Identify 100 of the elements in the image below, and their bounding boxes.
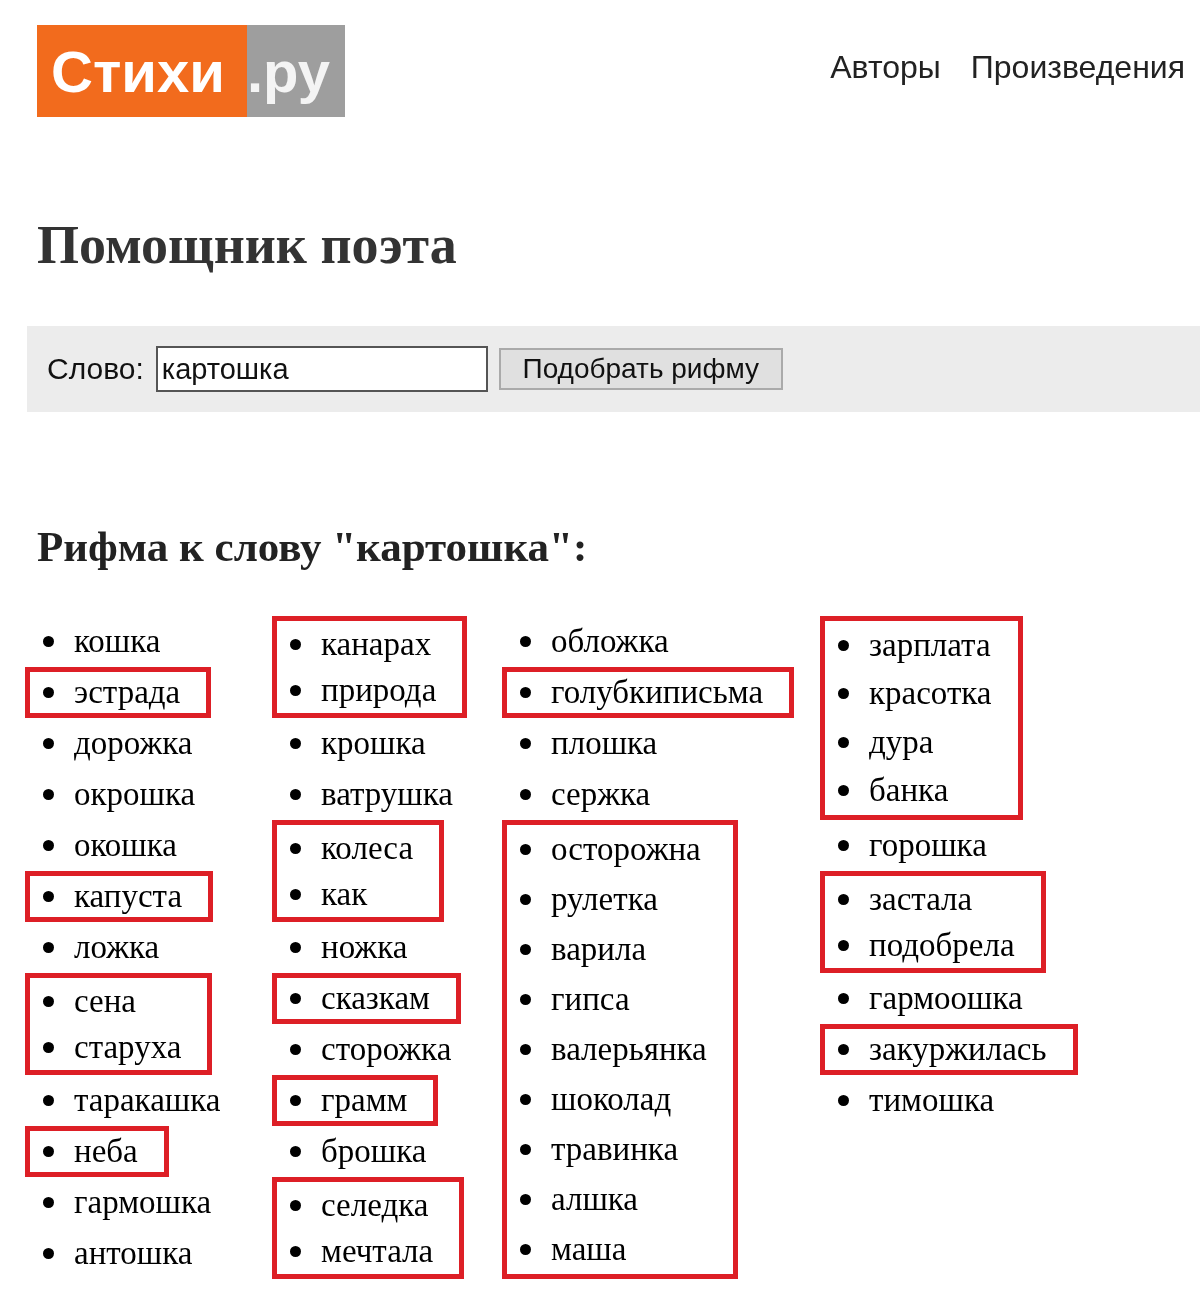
rhyme-word: подобрела bbox=[869, 926, 1015, 964]
bullet-icon bbox=[838, 688, 849, 700]
bullet-icon bbox=[838, 1095, 849, 1106]
bullet-icon bbox=[290, 738, 301, 749]
bullet-icon bbox=[520, 1143, 531, 1155]
rhyme-word: гармошка bbox=[74, 1184, 212, 1221]
rhyme-word: сена bbox=[74, 982, 136, 1020]
bullet-icon bbox=[838, 1044, 849, 1055]
rhyme-word: окошка bbox=[74, 827, 177, 864]
bullet-icon bbox=[520, 944, 531, 956]
word-input[interactable]: картошка bbox=[155, 346, 488, 392]
rhyme-word: гипса bbox=[551, 981, 630, 1019]
rhyme-word: колеса bbox=[321, 829, 414, 867]
rhyme-word: шоколад bbox=[551, 1080, 672, 1118]
rhyme-word: мечтала bbox=[321, 1232, 434, 1270]
rhyme-word: голубкиписьма bbox=[551, 674, 764, 711]
rhyme-word: брошка bbox=[321, 1133, 427, 1170]
rhyme-word: крошка bbox=[321, 725, 426, 762]
bullet-icon bbox=[838, 893, 849, 905]
bullet-icon bbox=[43, 789, 54, 800]
rhyme-word: неба bbox=[74, 1133, 138, 1170]
bullet-icon bbox=[838, 993, 849, 1004]
rhyme-word: дорожка bbox=[74, 725, 193, 762]
bullet-icon bbox=[290, 1044, 301, 1055]
bullet-icon bbox=[520, 636, 531, 647]
rhyme-word: закуржилась bbox=[869, 1031, 1047, 1068]
nav-link[interactable]: Авторы bbox=[830, 48, 941, 86]
bullet-icon bbox=[520, 1044, 531, 1055]
bullet-icon bbox=[43, 1095, 54, 1106]
bullet-icon bbox=[520, 1243, 531, 1255]
rhyme-word: ножка bbox=[321, 929, 408, 966]
bullet-icon bbox=[43, 891, 54, 902]
rhyme-word: грамм bbox=[321, 1082, 408, 1119]
bullet-icon bbox=[43, 1197, 54, 1208]
rhyme-word: сказкам bbox=[321, 980, 430, 1017]
bullet-icon bbox=[290, 789, 301, 800]
bullet-icon bbox=[520, 844, 531, 856]
rhyme-word: застала bbox=[869, 880, 973, 918]
rhyme-word: капуста bbox=[74, 878, 183, 915]
rhymes-heading: Рифма к слову "картошка": bbox=[37, 522, 589, 572]
bullet-icon bbox=[290, 942, 301, 953]
bullet-icon bbox=[290, 1095, 301, 1106]
bullet-icon bbox=[520, 687, 531, 698]
rhyme-word: сторожка bbox=[321, 1031, 452, 1068]
rhyme-word: селедка bbox=[321, 1186, 429, 1224]
rhyme-word: осторожна bbox=[551, 831, 701, 869]
bullet-icon bbox=[520, 789, 531, 800]
rhyme-word: старуха bbox=[74, 1028, 182, 1066]
rhyme-word: маша bbox=[551, 1230, 627, 1268]
page-title: Помощник поэта bbox=[37, 216, 458, 274]
bullet-icon bbox=[838, 639, 849, 651]
rhyme-word: алшка bbox=[551, 1180, 638, 1218]
rhyme-word: природа bbox=[321, 671, 437, 709]
nav-link[interactable]: Произведения bbox=[970, 48, 1185, 86]
rhyme-word: как bbox=[321, 875, 368, 913]
rhyme-word: плошка bbox=[551, 725, 658, 762]
rhyme-word: варила bbox=[551, 931, 647, 969]
bullet-icon bbox=[520, 738, 531, 749]
bullet-icon bbox=[43, 1041, 54, 1053]
bullet-icon bbox=[43, 738, 54, 749]
rhyme-word: горошка bbox=[869, 827, 987, 864]
bullet-icon bbox=[43, 636, 54, 647]
bullet-icon bbox=[290, 842, 301, 854]
rhyme-word: рулетка bbox=[551, 881, 658, 919]
bullet-icon bbox=[520, 894, 531, 906]
bullet-icon bbox=[838, 736, 849, 748]
bullet-icon bbox=[43, 942, 54, 953]
bullet-icon bbox=[43, 995, 54, 1007]
field-label: Слово: bbox=[47, 352, 144, 386]
rhyme-word: кошка bbox=[74, 623, 161, 660]
bullet-icon bbox=[43, 1146, 54, 1157]
bullet-icon bbox=[290, 888, 301, 900]
rhyme-word: банка bbox=[869, 772, 949, 810]
bullet-icon bbox=[290, 993, 301, 1004]
rhyme-word: эстрада bbox=[74, 674, 181, 711]
rhyme-word: красотка bbox=[869, 675, 992, 713]
find-rhyme-button[interactable]: Подобрать рифму bbox=[498, 348, 783, 390]
rhyme-word: антошка bbox=[74, 1235, 193, 1272]
bullet-icon bbox=[520, 1193, 531, 1205]
bullet-icon bbox=[838, 939, 849, 951]
bullet-icon bbox=[290, 1199, 301, 1211]
bullet-icon bbox=[290, 684, 301, 696]
bullet-icon bbox=[43, 1248, 54, 1259]
bullet-icon bbox=[838, 785, 849, 797]
rhyme-word: таракашка bbox=[74, 1082, 221, 1119]
rhyme-word: обложка bbox=[551, 623, 669, 660]
bullet-icon bbox=[290, 638, 301, 650]
bullet-icon bbox=[43, 840, 54, 851]
rhyme-word: окрошка bbox=[74, 776, 196, 813]
bullet-icon bbox=[290, 1146, 301, 1157]
rhyme-word: ложка bbox=[74, 929, 160, 966]
bullet-icon bbox=[520, 994, 531, 1006]
rhyme-word: валерьянка bbox=[551, 1031, 707, 1068]
rhyme-word: травинка bbox=[551, 1130, 679, 1168]
rhyme-word: зарплата bbox=[869, 626, 991, 664]
bullet-icon bbox=[290, 1245, 301, 1257]
rhyme-word: ватрушка bbox=[321, 776, 453, 813]
rhyme-word: канарах bbox=[321, 625, 432, 663]
rhyme-word: гармоошка bbox=[869, 980, 1023, 1017]
bullet-icon bbox=[838, 840, 849, 851]
